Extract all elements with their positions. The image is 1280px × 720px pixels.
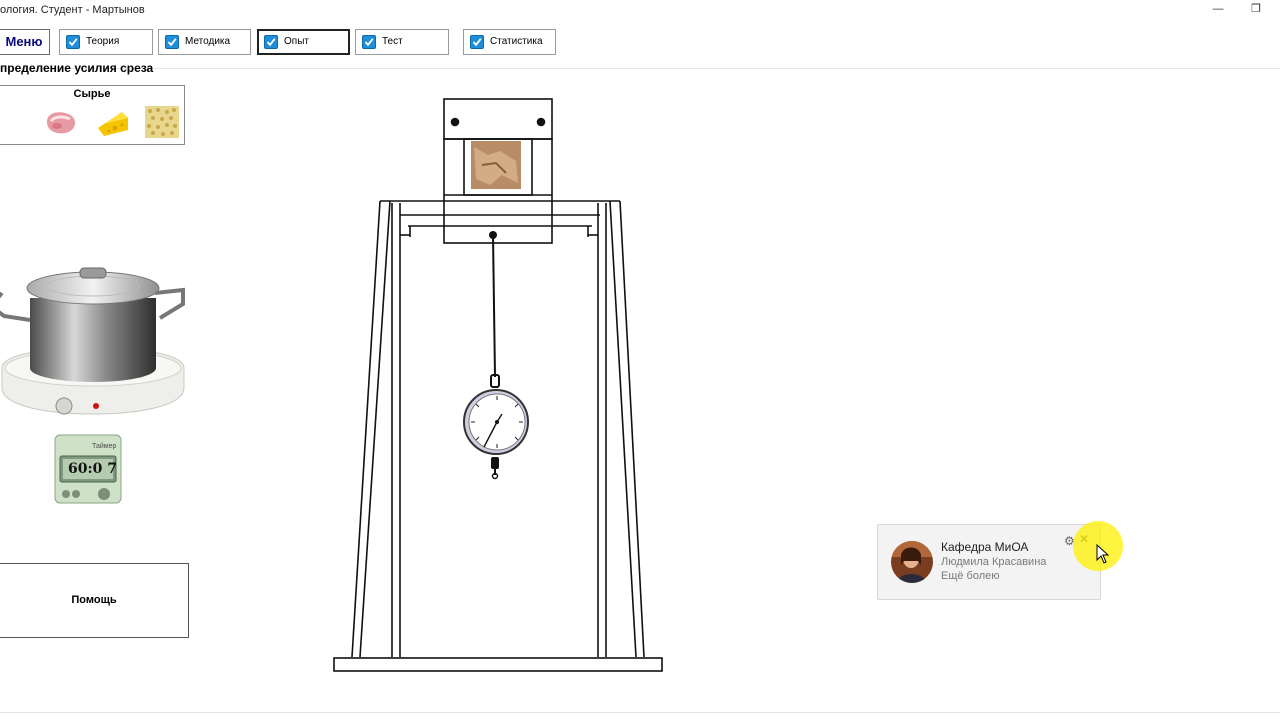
help-button[interactable]: Помощь [0, 563, 189, 638]
tab-label: Теория [86, 36, 120, 47]
mouse-cursor-icon [1096, 544, 1110, 564]
section-title: пределение усилия среза [0, 61, 154, 75]
checkbox-checked-icon[interactable] [362, 35, 376, 49]
shear-press-apparatus[interactable] [330, 95, 670, 680]
raw-materials-panel: Сырье [0, 85, 185, 145]
tab-statistics[interactable]: Статистика [463, 29, 556, 55]
title-bar: ология. Студент - Мартынов — ❐ [0, 0, 1280, 22]
timer-display: 60:0 7 [68, 461, 118, 477]
window-title: ология. Студент - Мартынов [0, 4, 145, 16]
raw-materials-title: Сырье [73, 88, 111, 100]
restore-button[interactable]: ❐ [1238, 0, 1274, 20]
notification-sender: Людмила Красавина [941, 556, 1047, 568]
tab-experiment[interactable]: Опыт [257, 29, 350, 55]
menu-button[interactable]: Меню [0, 29, 50, 55]
status-divider [0, 712, 1280, 713]
timer-label: Таймер [92, 443, 117, 450]
tab-label: Статистика [490, 36, 543, 47]
dynamometer-dial-icon [463, 389, 529, 455]
notification-title: Кафедра МиОА [941, 540, 1029, 554]
tab-label: Тест [382, 36, 403, 47]
checkbox-checked-icon[interactable] [470, 35, 484, 49]
notification-message: Ещё болею [941, 570, 1000, 582]
tab-test[interactable]: Тест [355, 29, 449, 55]
checkbox-checked-icon[interactable] [66, 35, 80, 49]
avatar [891, 541, 933, 583]
cheese-icon[interactable] [95, 104, 131, 140]
food-sample [471, 141, 521, 189]
notification-toast[interactable]: Кафедра МиОА Людмила Красавина Ещё болею… [877, 524, 1101, 600]
tab-label: Методика [185, 36, 231, 47]
timer[interactable]: Таймер 60:0 7 [54, 434, 122, 504]
checkbox-checked-icon[interactable] [165, 35, 179, 49]
grain-icon[interactable] [144, 104, 180, 140]
checkbox-checked-icon[interactable] [264, 35, 278, 49]
minimize-button[interactable]: — [1200, 0, 1236, 20]
tab-label: Опыт [284, 36, 309, 47]
meat-icon[interactable] [43, 104, 79, 140]
pot-on-stove-icon[interactable] [0, 258, 186, 420]
tab-theory[interactable]: Теория [59, 29, 153, 55]
tab-methodology[interactable]: Методика [158, 29, 251, 55]
toolbar: Меню Теория Методика Опыт Тест Статистик… [0, 22, 1280, 69]
